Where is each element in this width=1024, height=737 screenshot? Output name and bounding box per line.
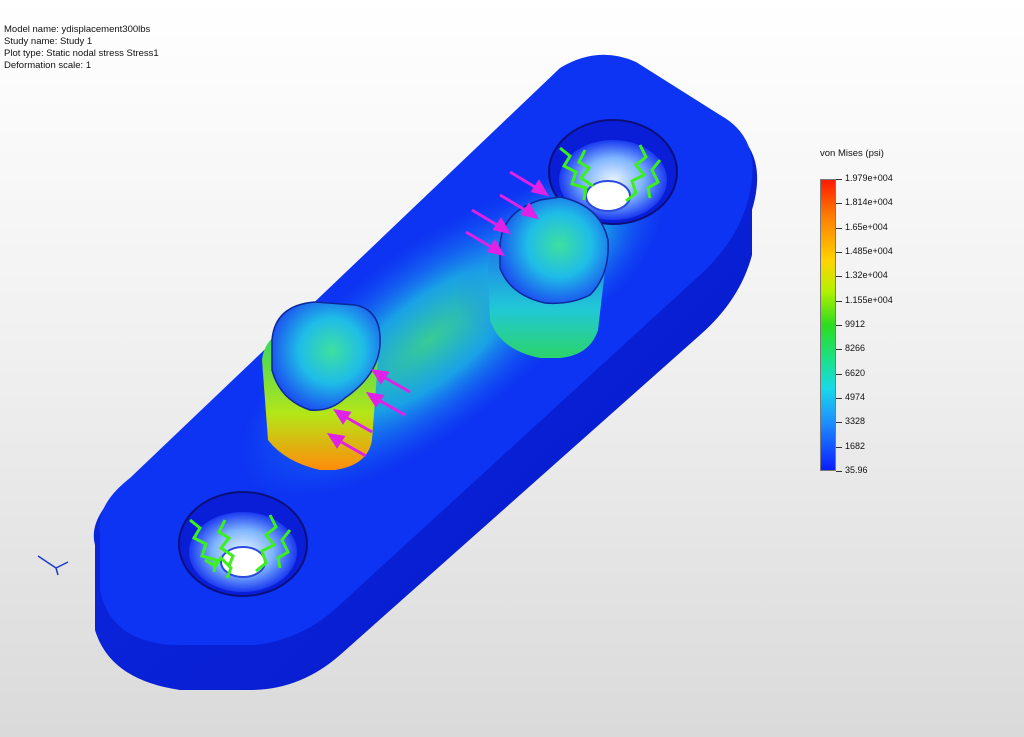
axis-triad-icon bbox=[37, 555, 69, 576]
legend-value-label: 1.32e+004 bbox=[845, 270, 888, 281]
legend-tick bbox=[836, 203, 842, 205]
legend-tick bbox=[836, 276, 842, 278]
legend-value-label: 4974 bbox=[845, 392, 866, 402]
right-boss-top bbox=[499, 196, 609, 305]
legend-tick bbox=[836, 471, 842, 472]
legend-color-bar bbox=[820, 179, 836, 471]
legend-value-label: 1.65e+004 bbox=[845, 221, 888, 232]
legend-value-label: 1.814e+004 bbox=[845, 197, 893, 208]
legend-value-label: 6620 bbox=[845, 367, 866, 378]
legend-value-label: 1682 bbox=[845, 440, 866, 451]
legend-tick bbox=[836, 398, 842, 399]
legend-tick bbox=[836, 227, 842, 229]
legend-tick bbox=[836, 325, 842, 326]
legend-tick bbox=[836, 252, 842, 253]
legend-value-label: 35.96 bbox=[845, 465, 868, 475]
legend-tick bbox=[836, 446, 842, 448]
legend-value-label: 1.979e+004 bbox=[845, 173, 893, 183]
legend-value-label: 8266 bbox=[845, 343, 866, 354]
legend-tick bbox=[836, 422, 842, 424]
legend-tick bbox=[836, 373, 842, 375]
legend-tick bbox=[836, 349, 842, 351]
legend-tick bbox=[836, 179, 842, 180]
legend-value-label: 1.485e+004 bbox=[845, 246, 893, 256]
legend-value-label: 3328 bbox=[845, 416, 866, 427]
legend-tick bbox=[836, 300, 842, 302]
stress-plot-viewport[interactable] bbox=[0, 0, 1024, 737]
legend-value-label: 9912 bbox=[845, 319, 866, 329]
legend-title: von Mises (psi) bbox=[820, 148, 884, 159]
legend-value-label: 1.155e+004 bbox=[845, 294, 893, 305]
